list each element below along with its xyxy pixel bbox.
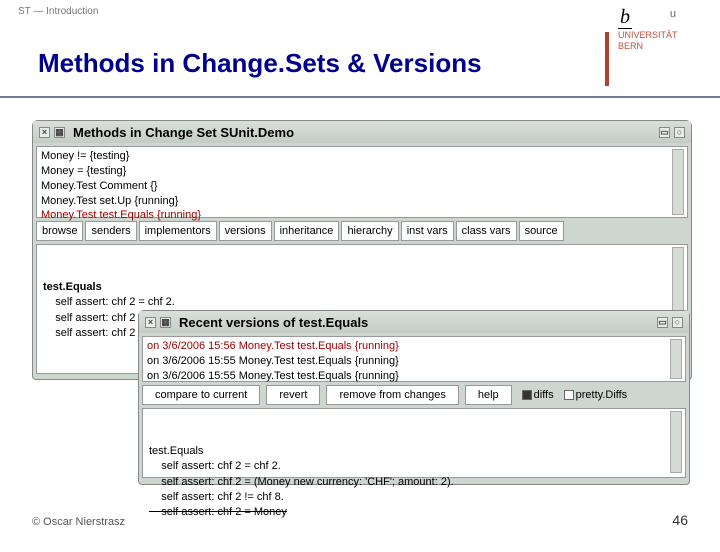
- list-item[interactable]: on 3/6/2006 15:56 Money.Test test.Equals…: [147, 339, 681, 354]
- senders-button[interactable]: senders: [85, 221, 136, 241]
- collapse-icon[interactable]: ▭: [657, 317, 668, 328]
- versions-title: Recent versions of test.Equals: [175, 315, 653, 330]
- list-item[interactable]: Money = {testing}: [41, 164, 683, 179]
- expand-icon[interactable]: ○: [672, 317, 683, 328]
- code-line: self assert: chf 2 = (Money new currency…: [149, 475, 679, 490]
- code-line-removed: self assert: chf 2 = Money: [149, 505, 679, 520]
- methods-titlebar[interactable]: × ▦ Methods in Change Set SUnit.Demo ▭ ○: [33, 121, 691, 143]
- list-item[interactable]: on 3/6/2006 15:55 Money.Test test.Equals…: [147, 354, 681, 369]
- versions-button-row: compare to current revert remove from chan…: [142, 385, 686, 405]
- pretty.Diffs-toggle[interactable]: pretty.Diffs: [564, 389, 628, 401]
- close-icon[interactable]: ×: [39, 127, 50, 138]
- list-item[interactable]: Money.Test Comment {}: [41, 179, 683, 194]
- versions-list[interactable]: on 3/6/2006 15:56 Money.Test test.Equals…: [142, 336, 686, 382]
- versions-code-pane[interactable]: test.Equals self assert: chf 2 = chf 2. …: [142, 408, 686, 478]
- methods-button-row: browsesendersimplementorsversionsinherit…: [36, 221, 688, 241]
- menu-icon[interactable]: ▦: [54, 127, 65, 138]
- versions-button[interactable]: versions: [219, 221, 272, 241]
- inheritance-button[interactable]: inheritance: [274, 221, 340, 241]
- uni-logo: u b UNIVERSITÄT BERN: [618, 6, 698, 51]
- code-line: self assert: chf 2 = chf 2.: [149, 459, 679, 474]
- checkbox-icon[interactable]: [564, 390, 574, 400]
- code-line: self assert: chf 2 = chf 2.: [43, 295, 681, 310]
- page-title: Methods in Change.Sets & Versions: [38, 48, 482, 79]
- code-line: self assert: chf 2 != chf 8.: [149, 490, 679, 505]
- remove-from-changes-button[interactable]: remove from changes: [326, 385, 458, 405]
- close-icon[interactable]: ×: [145, 317, 156, 328]
- class-vars-button[interactable]: class vars: [456, 221, 517, 241]
- source-button[interactable]: source: [519, 221, 564, 241]
- list-item[interactable]: on 3/6/2006 15:55 Money.Test test.Equals…: [147, 369, 681, 384]
- footer-page-number: 46: [672, 512, 688, 528]
- browse-button[interactable]: browse: [36, 221, 83, 241]
- slide-header: ST — Introduction Methods in Change.Sets…: [0, 0, 720, 98]
- list-item[interactable]: Money != {testing}: [41, 149, 683, 164]
- diffs-toggle[interactable]: diffs: [522, 389, 554, 401]
- help-button[interactable]: help: [465, 385, 512, 405]
- scrollbar[interactable]: [672, 149, 684, 215]
- checkbox-icon[interactable]: [522, 390, 532, 400]
- breadcrumb: ST — Introduction: [18, 6, 98, 17]
- list-item[interactable]: Money.Test test.Equals {running}: [41, 208, 683, 223]
- revert-button[interactable]: revert: [266, 385, 320, 405]
- expand-icon[interactable]: ○: [674, 127, 685, 138]
- code-method-name: test.Equals: [149, 444, 679, 459]
- methods-list[interactable]: Money != {testing}Money = {testing}Money…: [36, 146, 688, 218]
- scrollbar[interactable]: [670, 339, 682, 379]
- list-item[interactable]: Money.Test set.Up {running}: [41, 194, 683, 209]
- hierarchy-button[interactable]: hierarchy: [341, 221, 398, 241]
- footer-author: © Oscar Nierstrasz: [32, 516, 125, 528]
- versions-titlebar[interactable]: × ▦ Recent versions of test.Equals ▭ ○: [139, 311, 689, 333]
- code-method-name: test.Equals: [43, 280, 681, 295]
- menu-icon[interactable]: ▦: [160, 317, 171, 328]
- compare-to-current-button[interactable]: compare to current: [142, 385, 260, 405]
- scrollbar[interactable]: [670, 411, 682, 473]
- methods-title: Methods in Change Set SUnit.Demo: [69, 125, 655, 140]
- inst-vars-button[interactable]: inst vars: [401, 221, 454, 241]
- versions-window: × ▦ Recent versions of test.Equals ▭ ○ o…: [138, 310, 690, 485]
- collapse-icon[interactable]: ▭: [659, 127, 670, 138]
- implementors-button[interactable]: implementors: [139, 221, 217, 241]
- accent-bar: [605, 32, 609, 86]
